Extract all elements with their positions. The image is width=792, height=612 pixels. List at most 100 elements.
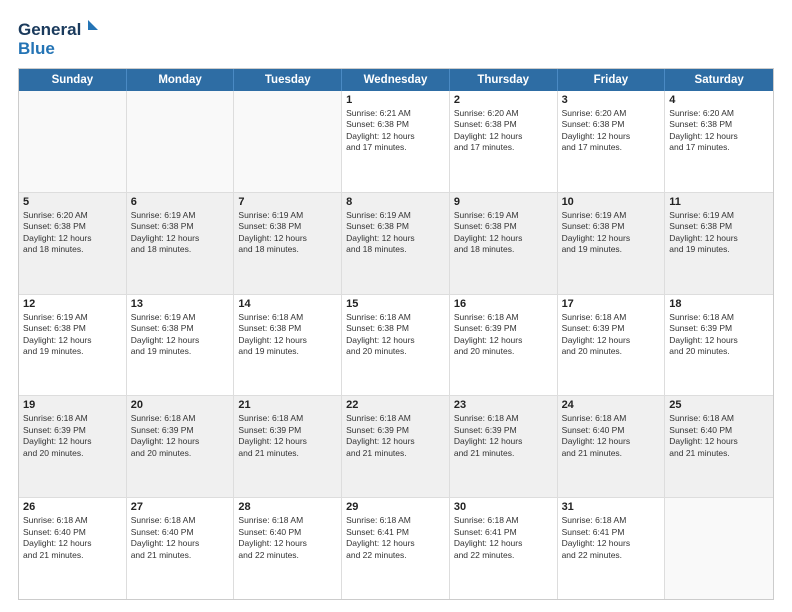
day-info: Sunrise: 6:18 AM Sunset: 6:41 PM Dayligh… xyxy=(454,515,553,561)
day-info: Sunrise: 6:20 AM Sunset: 6:38 PM Dayligh… xyxy=(454,108,553,154)
day-info: Sunrise: 6:18 AM Sunset: 6:39 PM Dayligh… xyxy=(23,413,122,459)
calendar-cell: 26 Sunrise: 6:18 AM Sunset: 6:40 PM Dayli… xyxy=(19,498,127,599)
header-day-monday: Monday xyxy=(127,69,235,91)
calendar-cell: 15 Sunrise: 6:18 AM Sunset: 6:38 PM Dayli… xyxy=(342,295,450,396)
day-number: 20 xyxy=(131,399,230,411)
calendar-cell: 5 Sunrise: 6:20 AM Sunset: 6:38 PM Daylig… xyxy=(19,193,127,294)
day-number: 19 xyxy=(23,399,122,411)
day-info: Sunrise: 6:19 AM Sunset: 6:38 PM Dayligh… xyxy=(238,210,337,256)
calendar-cell: 1 Sunrise: 6:21 AM Sunset: 6:38 PM Daylig… xyxy=(342,91,450,192)
calendar-cell: 17 Sunrise: 6:18 AM Sunset: 6:39 PM Dayli… xyxy=(558,295,666,396)
day-info: Sunrise: 6:18 AM Sunset: 6:40 PM Dayligh… xyxy=(23,515,122,561)
calendar-cell: 30 Sunrise: 6:18 AM Sunset: 6:41 PM Dayli… xyxy=(450,498,558,599)
calendar-cell: 2 Sunrise: 6:20 AM Sunset: 6:38 PM Daylig… xyxy=(450,91,558,192)
day-info: Sunrise: 6:18 AM Sunset: 6:39 PM Dayligh… xyxy=(346,413,445,459)
day-info: Sunrise: 6:19 AM Sunset: 6:38 PM Dayligh… xyxy=(346,210,445,256)
day-number: 13 xyxy=(131,298,230,310)
day-info: Sunrise: 6:19 AM Sunset: 6:38 PM Dayligh… xyxy=(23,312,122,358)
day-number: 1 xyxy=(346,94,445,106)
day-info: Sunrise: 6:18 AM Sunset: 6:40 PM Dayligh… xyxy=(669,413,769,459)
calendar-cell: 21 Sunrise: 6:18 AM Sunset: 6:39 PM Dayli… xyxy=(234,396,342,497)
calendar-cell: 19 Sunrise: 6:18 AM Sunset: 6:39 PM Dayli… xyxy=(19,396,127,497)
calendar-cell: 27 Sunrise: 6:18 AM Sunset: 6:40 PM Dayli… xyxy=(127,498,235,599)
calendar-cell xyxy=(127,91,235,192)
day-number: 17 xyxy=(562,298,661,310)
calendar-row-1: 1 Sunrise: 6:21 AM Sunset: 6:38 PM Daylig… xyxy=(19,91,773,193)
day-number: 31 xyxy=(562,501,661,513)
calendar-row-5: 26 Sunrise: 6:18 AM Sunset: 6:40 PM Dayli… xyxy=(19,498,773,599)
day-info: Sunrise: 6:20 AM Sunset: 6:38 PM Dayligh… xyxy=(562,108,661,154)
day-info: Sunrise: 6:21 AM Sunset: 6:38 PM Dayligh… xyxy=(346,108,445,154)
day-number: 24 xyxy=(562,399,661,411)
calendar-cell: 7Sunrise: 6:19 AM Sunset: 6:38 PM Daylig… xyxy=(234,193,342,294)
day-number: 14 xyxy=(238,298,337,310)
calendar-cell: 11Sunrise: 6:19 AM Sunset: 6:38 PM Dayli… xyxy=(665,193,773,294)
calendar-cell: 8 Sunrise: 6:19 AM Sunset: 6:38 PM Daylig… xyxy=(342,193,450,294)
calendar-cell xyxy=(19,91,127,192)
header-day-saturday: Saturday xyxy=(665,69,773,91)
calendar-cell: 13 Sunrise: 6:19 AM Sunset: 6:38 PM Dayli… xyxy=(127,295,235,396)
day-info: Sunrise: 6:18 AM Sunset: 6:39 PM Dayligh… xyxy=(669,312,769,358)
calendar-cell: 24 Sunrise: 6:18 AM Sunset: 6:40 PM Dayli… xyxy=(558,396,666,497)
calendar-cell: 31 Sunrise: 6:18 AM Sunset: 6:41 PM Dayli… xyxy=(558,498,666,599)
day-info: Sunrise: 6:18 AM Sunset: 6:38 PM Dayligh… xyxy=(346,312,445,358)
day-info: Sunrise: 6:19 AM Sunset: 6:38 PM Dayligh… xyxy=(131,312,230,358)
day-number: 15 xyxy=(346,298,445,310)
day-number: 30 xyxy=(454,501,553,513)
day-info: Sunrise: 6:18 AM Sunset: 6:40 PM Dayligh… xyxy=(131,515,230,561)
calendar-cell: 4Sunrise: 6:20 AM Sunset: 6:38 PM Daylig… xyxy=(665,91,773,192)
day-info: Sunrise: 6:18 AM Sunset: 6:41 PM Dayligh… xyxy=(562,515,661,561)
day-number: 8 xyxy=(346,196,445,208)
calendar: SundayMondayTuesdayWednesdayThursdayFrid… xyxy=(18,68,774,600)
calendar-cell: 28Sunrise: 6:18 AM Sunset: 6:40 PM Dayli… xyxy=(234,498,342,599)
day-number: 9 xyxy=(454,196,553,208)
calendar-cell: 22 Sunrise: 6:18 AM Sunset: 6:39 PM Dayli… xyxy=(342,396,450,497)
day-info: Sunrise: 6:18 AM Sunset: 6:39 PM Dayligh… xyxy=(454,312,553,358)
day-number: 23 xyxy=(454,399,553,411)
svg-text:General: General xyxy=(18,20,81,39)
day-number: 27 xyxy=(131,501,230,513)
header-day-sunday: Sunday xyxy=(19,69,127,91)
day-info: Sunrise: 6:18 AM Sunset: 6:39 PM Dayligh… xyxy=(131,413,230,459)
svg-text:Blue: Blue xyxy=(18,39,55,58)
day-number: 10 xyxy=(562,196,661,208)
header-day-tuesday: Tuesday xyxy=(234,69,342,91)
calendar-cell: 10 Sunrise: 6:19 AM Sunset: 6:38 PM Dayli… xyxy=(558,193,666,294)
calendar-cell: 25 Sunrise: 6:18 AM Sunset: 6:40 PM Dayli… xyxy=(665,396,773,497)
day-info: Sunrise: 6:20 AM Sunset: 6:38 PM Dayligh… xyxy=(23,210,122,256)
day-number: 16 xyxy=(454,298,553,310)
calendar-cell: 29Sunrise: 6:18 AM Sunset: 6:41 PM Dayli… xyxy=(342,498,450,599)
day-number: 22 xyxy=(346,399,445,411)
day-number: 12 xyxy=(23,298,122,310)
day-number: 25 xyxy=(669,399,769,411)
day-number: 11 xyxy=(669,196,769,208)
day-info: Sunrise: 6:18 AM Sunset: 6:39 PM Dayligh… xyxy=(562,312,661,358)
calendar-cell: 23 Sunrise: 6:18 AM Sunset: 6:39 PM Dayli… xyxy=(450,396,558,497)
day-number: 26 xyxy=(23,501,122,513)
calendar-row-3: 12 Sunrise: 6:19 AM Sunset: 6:38 PM Dayli… xyxy=(19,295,773,397)
day-number: 2 xyxy=(454,94,553,106)
day-number: 5 xyxy=(23,196,122,208)
day-info: Sunrise: 6:18 AM Sunset: 6:40 PM Dayligh… xyxy=(238,515,337,561)
day-number: 29 xyxy=(346,501,445,513)
calendar-cell xyxy=(665,498,773,599)
day-info: Sunrise: 6:19 AM Sunset: 6:38 PM Dayligh… xyxy=(562,210,661,256)
calendar-cell xyxy=(234,91,342,192)
day-info: Sunrise: 6:19 AM Sunset: 6:38 PM Dayligh… xyxy=(454,210,553,256)
day-number: 6 xyxy=(131,196,230,208)
header-day-friday: Friday xyxy=(558,69,666,91)
day-info: Sunrise: 6:18 AM Sunset: 6:40 PM Dayligh… xyxy=(562,413,661,459)
day-info: Sunrise: 6:19 AM Sunset: 6:38 PM Dayligh… xyxy=(131,210,230,256)
day-info: Sunrise: 6:18 AM Sunset: 6:39 PM Dayligh… xyxy=(454,413,553,459)
page: GeneralBlue SundayMondayTuesdayWednesday… xyxy=(0,0,792,612)
day-number: 3 xyxy=(562,94,661,106)
calendar-cell: 20 Sunrise: 6:18 AM Sunset: 6:39 PM Dayli… xyxy=(127,396,235,497)
day-number: 21 xyxy=(238,399,337,411)
calendar-cell: 18Sunrise: 6:18 AM Sunset: 6:39 PM Dayli… xyxy=(665,295,773,396)
day-info: Sunrise: 6:18 AM Sunset: 6:39 PM Dayligh… xyxy=(238,413,337,459)
calendar-row-4: 19 Sunrise: 6:18 AM Sunset: 6:39 PM Dayli… xyxy=(19,396,773,498)
day-info: Sunrise: 6:20 AM Sunset: 6:38 PM Dayligh… xyxy=(669,108,769,154)
logo: GeneralBlue xyxy=(18,18,108,58)
header-day-wednesday: Wednesday xyxy=(342,69,450,91)
calendar-cell: 16 Sunrise: 6:18 AM Sunset: 6:39 PM Dayli… xyxy=(450,295,558,396)
